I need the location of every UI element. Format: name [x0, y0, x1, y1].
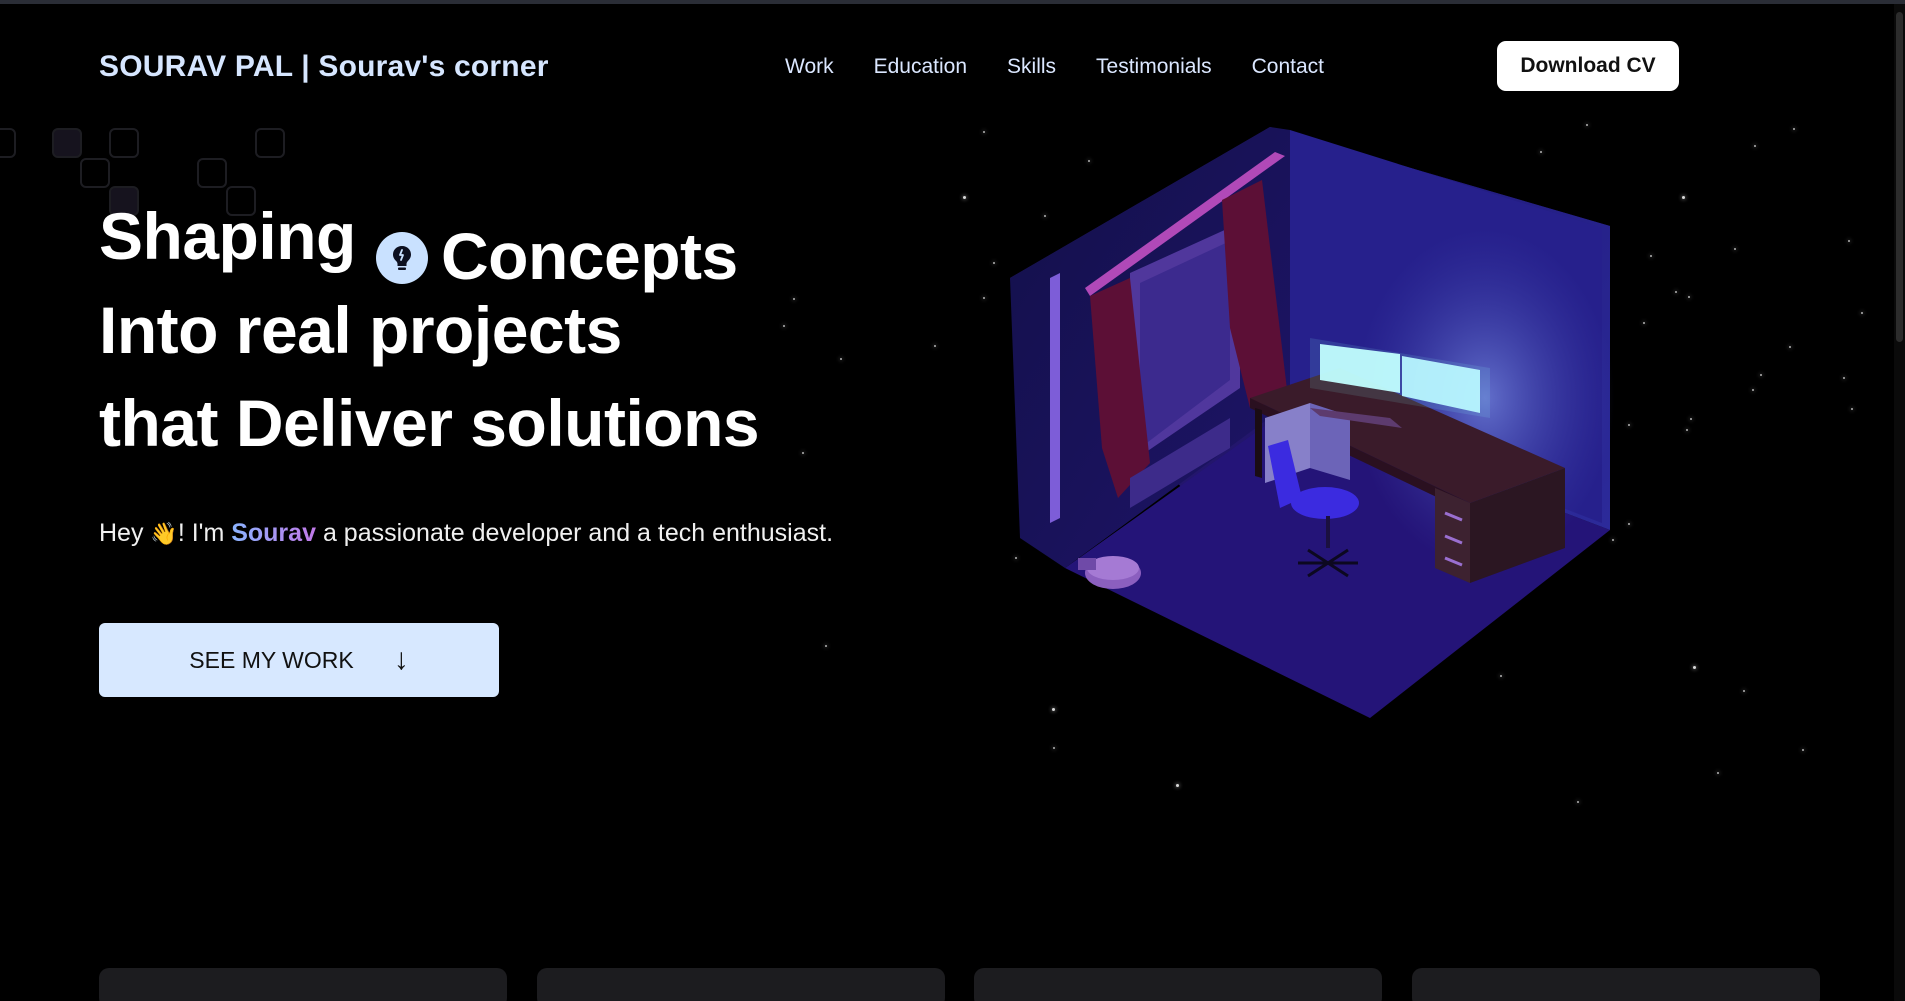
- intro-prefix: Hey: [99, 519, 144, 547]
- intro-mid: ! I'm: [177, 519, 225, 547]
- see-my-work-label: SEE MY WORK: [189, 646, 354, 673]
- download-cv-button[interactable]: Download CV: [1497, 41, 1679, 91]
- site-header: SOURAV PAL | Sourav's corner Work Educat…: [99, 36, 1779, 96]
- site-brand[interactable]: SOURAV PAL | Sourav's corner: [99, 50, 549, 84]
- nav-link-skills[interactable]: Skills: [1007, 55, 1056, 79]
- waving-hand-icon: 👋: [150, 521, 178, 546]
- hero-heading-line-1b: Concepts: [441, 219, 738, 293]
- isometric-room-illustration: [990, 118, 1630, 738]
- see-my-work-button[interactable]: SEE MY WORK ↓: [99, 623, 499, 697]
- lightbulb-icon: [376, 232, 428, 284]
- project-card[interactable]: [1412, 968, 1820, 1001]
- hero-heading-line-1a: Shaping: [99, 199, 356, 273]
- hero-heading-line-3: that Deliver solutions: [99, 386, 760, 460]
- project-card[interactable]: [99, 968, 507, 1001]
- nav-link-testimonials[interactable]: Testimonials: [1096, 55, 1212, 79]
- project-card[interactable]: [537, 968, 945, 1001]
- project-card[interactable]: [974, 968, 1382, 1001]
- main-nav: Work Education Skills Testimonials Conta…: [785, 55, 1324, 79]
- browser-top-edge: [0, 0, 1905, 4]
- hero-intro: Hey 👋! I'm Sourav a passionate developer…: [99, 519, 833, 548]
- nav-link-contact[interactable]: Contact: [1252, 55, 1324, 79]
- intro-name: Sourav: [231, 519, 316, 547]
- hero-heading-line-2: Into real projects: [99, 293, 622, 367]
- nav-link-work[interactable]: Work: [785, 55, 834, 79]
- scrollbar-thumb[interactable]: [1896, 12, 1903, 342]
- arrow-down-icon: ↓: [393, 643, 409, 676]
- scrollbar[interactable]: [1894, 4, 1905, 1001]
- intro-suffix: a passionate developer and a tech enthus…: [322, 519, 834, 547]
- nav-link-education[interactable]: Education: [874, 55, 967, 79]
